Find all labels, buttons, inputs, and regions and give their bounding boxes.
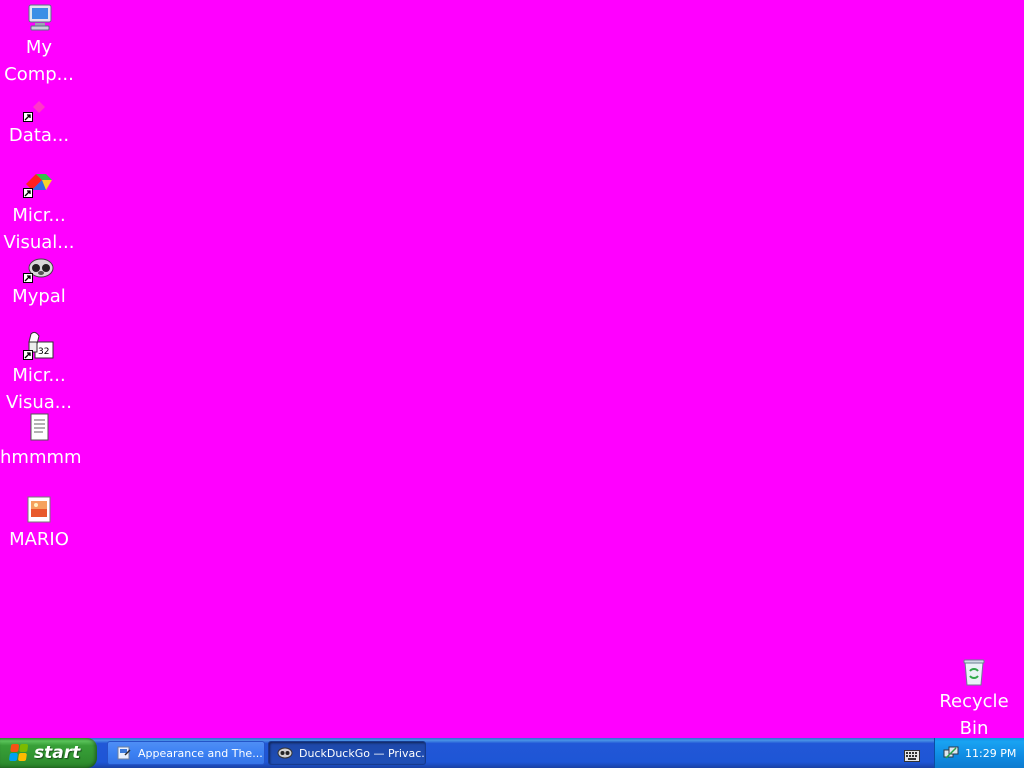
desktop-icon-label: Mypal [12,286,66,307]
desktop-icon-label: hmmmm [0,447,82,468]
keyboard-icon[interactable] [904,747,920,762]
desktop-icon-recycle-bin[interactable]: Recycle Bin [935,656,1013,738]
taskbar: start Appearance and The... DuckDuckGo —… [0,738,1024,768]
mypal-browser-icon [23,257,55,283]
clock[interactable]: 11:29 PM [965,747,1016,760]
shortcut-arrow-icon [23,112,33,122]
desktop-icon-label: My Comp... [4,37,74,85]
desktop-icon-ms-visual-2[interactable]: 32 Micr... Visua... [0,330,78,416]
shortcut-arrow-icon [23,188,33,198]
recycle-bin-icon [958,656,990,688]
desktop-icon-my-computer[interactable]: My Comp... [0,2,78,88]
taskbar-button-appearance[interactable]: Appearance and The... [107,741,265,765]
start-button[interactable]: start [0,738,97,768]
desktop-icon-label: Data... [8,125,70,146]
text-document-icon [23,412,55,444]
desktop-icon-ms-visual-1[interactable]: Micr... Visual... [0,170,78,256]
taskbar-button-duckduckgo[interactable]: DuckDuckGo — Privac... [268,741,426,765]
network-icon[interactable] [943,745,959,761]
desktop-icon-data[interactable]: Data... [0,97,78,149]
my-computer-icon [23,2,55,34]
desktop[interactable]: My Comp... Data... Micr... Visual... Myp… [0,0,1024,738]
task-label: Appearance and The... [138,746,263,760]
image-file-icon [23,494,55,526]
desktop-icon-label: Micr... Visua... [6,365,72,413]
desktop-icon-label: Micr... Visual... [3,205,75,253]
desktop-icon-mypal[interactable]: Mypal [0,257,78,310]
system-tray: 11:29 PM [934,738,1024,768]
desktop-icon-label: Recycle Bin [939,691,1009,738]
shortcut-arrow-icon [23,273,33,283]
shortcut-arrow-icon [23,350,33,360]
ms-visual-studio-icon [23,170,55,202]
desktop-icon-hmmmm[interactable]: hmmmm [0,412,82,471]
desktop-icon-label: MARIO [9,529,69,550]
data-shortcut-icon [23,97,55,122]
control-panel-icon [116,745,132,761]
mypal-browser-icon [277,745,293,761]
start-label: start [34,743,81,763]
desktop-icon-mario[interactable]: MARIO [0,494,78,553]
windows-logo-icon [8,744,30,762]
ms-visual-tool-icon: 32 [23,330,55,362]
task-label: DuckDuckGo — Privac... [299,746,426,760]
svg-text:32: 32 [38,347,49,357]
